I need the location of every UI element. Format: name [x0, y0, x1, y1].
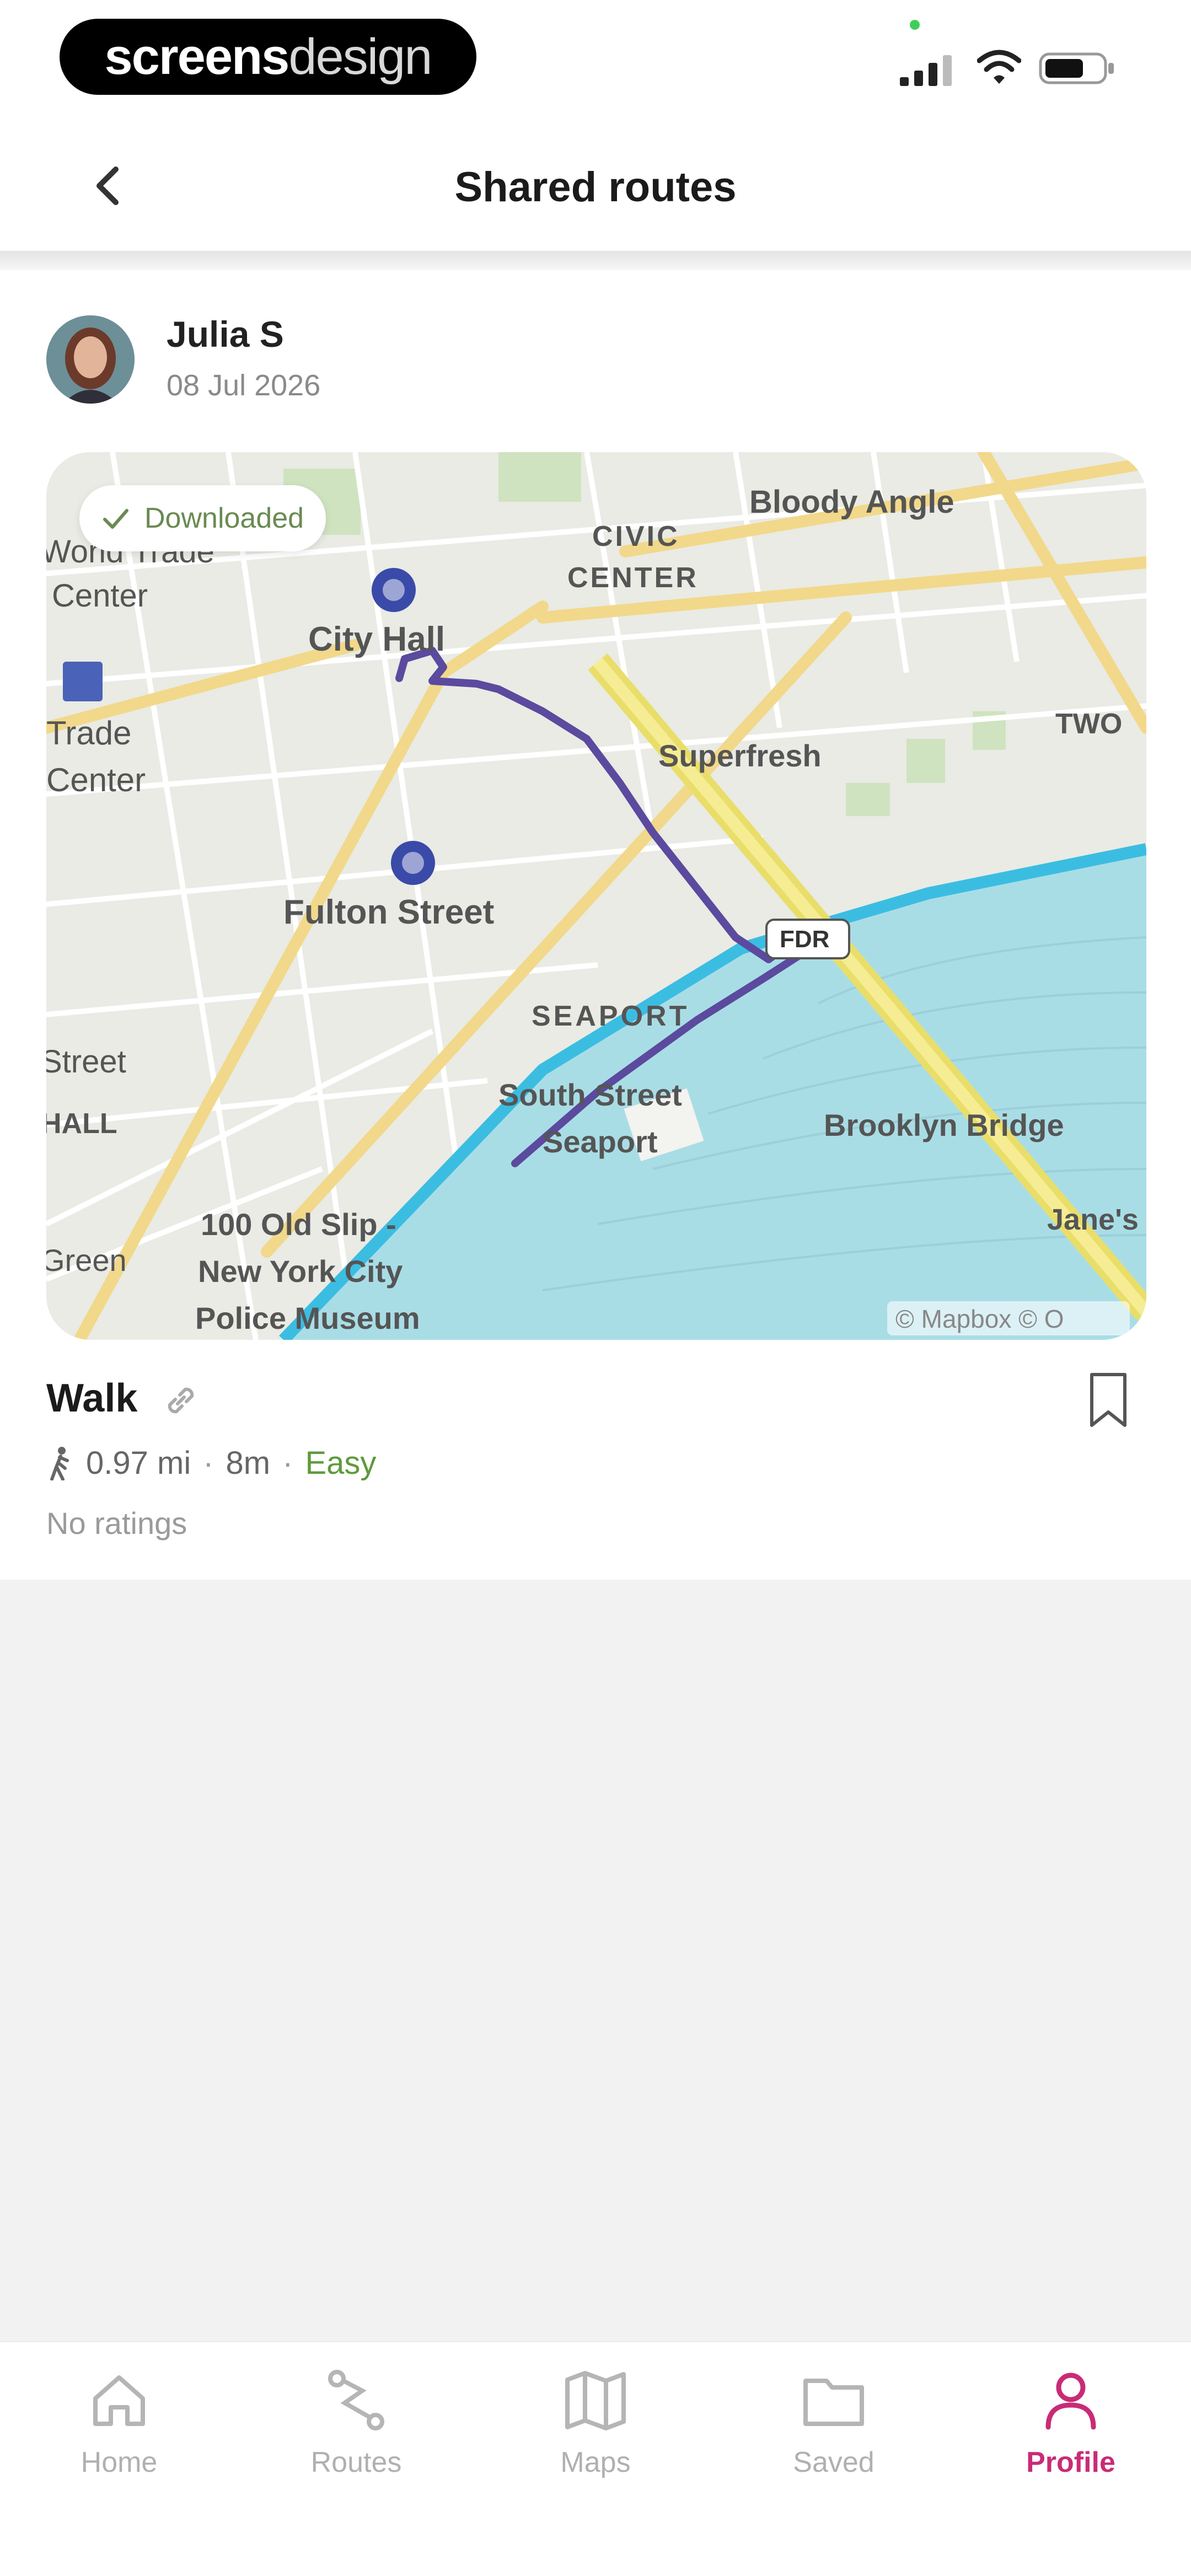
nav-home[interactable]: Home — [36, 2364, 202, 2497]
map-label-fulton-street: Fulton Street — [283, 893, 494, 931]
map-label-police-museum: Police Museum — [195, 1301, 420, 1335]
map-label-fdr: FDR — [780, 926, 829, 953]
privacy-indicator — [910, 20, 920, 30]
user-name[interactable]: Julia S — [167, 313, 284, 355]
route-title[interactable]: Walk — [46, 1376, 137, 1421]
map-label-green: Green — [46, 1243, 127, 1278]
route-difficulty: Easy — [305, 1445, 377, 1481]
map-label-janes: Jane's — [1047, 1203, 1139, 1236]
map-label-trade-center: Center — [46, 761, 146, 798]
routes-icon — [328, 2370, 384, 2430]
brand-logo: screensdesign — [60, 19, 476, 95]
map-label-nyc: New York City — [198, 1254, 403, 1289]
nav-maps-label: Maps — [560, 2446, 631, 2478]
map-label-old-slip: 100 Old Slip - — [201, 1207, 396, 1242]
nav-home-label: Home — [81, 2446, 158, 2478]
back-button[interactable] — [83, 155, 132, 216]
map-attribution: © Mapbox © O — [895, 1305, 1064, 1333]
avatar[interactable] — [46, 315, 135, 404]
map-icon — [565, 2371, 626, 2430]
map-label-street: Street — [46, 1044, 126, 1080]
map-label-seaport-2: Seaport — [543, 1124, 658, 1159]
bookmark-button[interactable] — [1086, 1370, 1130, 1431]
header-divider — [0, 251, 1191, 271]
map-label-two: TWO — [1055, 708, 1122, 740]
map-label-city-hall: City Hall — [308, 620, 445, 658]
map-label-superfresh: Superfresh — [658, 738, 822, 773]
map-label-hall: HALL — [46, 1108, 117, 1140]
map-label-seaport: SEAPORT — [532, 1000, 689, 1032]
map-canvas: Bloody Angle CIVIC CENTER City Hall Worl… — [46, 452, 1146, 1340]
page-title: Shared routes — [454, 164, 737, 211]
status-bar: screensdesign — [0, 0, 1191, 121]
nav-maps[interactable]: Maps — [513, 2364, 678, 2497]
nav-routes[interactable]: Routes — [273, 2364, 439, 2497]
route-duration: 8m — [226, 1445, 271, 1481]
home-icon — [93, 2375, 145, 2426]
brand-logo-part1: screens — [104, 29, 290, 85]
nav-profile-label: Profile — [1026, 2446, 1115, 2478]
nav-saved[interactable]: Saved — [751, 2364, 916, 2497]
route-stats: 0.97 mi · 8m · Easy — [46, 1445, 376, 1482]
bottom-nav: Home Routes Maps Saved Profile — [0, 2341, 1191, 2576]
map-label-bloody-angle: Bloody Angle — [749, 484, 954, 520]
nav-routes-label: Routes — [310, 2446, 402, 2478]
map-label-brooklyn-bridge: Brooklyn Bridge — [824, 1108, 1064, 1142]
link-icon[interactable] — [161, 1381, 201, 1420]
profile-icon — [1045, 2373, 1096, 2430]
downloaded-label: Downloaded — [144, 502, 304, 534]
downloaded-badge: Downloaded — [79, 485, 326, 551]
separator: · — [203, 1445, 214, 1481]
route-distance: 0.97 mi — [86, 1445, 191, 1481]
map-label-center: CENTER — [567, 562, 699, 594]
route-map[interactable]: Bloody Angle CIVIC CENTER City Hall Worl… — [46, 452, 1146, 1340]
wifi-icon — [977, 50, 1021, 84]
ratings-text: No ratings — [46, 1506, 187, 1541]
nav-saved-label: Saved — [793, 2446, 875, 2478]
folder-icon — [803, 2379, 864, 2426]
nav-profile[interactable]: Profile — [988, 2364, 1154, 2497]
post-date: 08 Jul 2026 — [167, 369, 321, 402]
map-label-trade: Trade — [46, 715, 132, 752]
map-label-center-top: Center — [52, 578, 148, 614]
brand-logo-part2: design — [288, 29, 432, 85]
signal-icon — [900, 55, 952, 86]
map-label-civic: CIVIC — [592, 520, 680, 552]
avatar-image — [46, 315, 135, 404]
header: Shared routes — [0, 121, 1191, 254]
map-label-south-street: South Street — [498, 1077, 682, 1112]
separator: · — [282, 1445, 293, 1481]
shared-route-card[interactable]: Julia S 08 Jul 2026 Bloody Angle CIVIC C… — [0, 270, 1191, 1580]
battery-icon — [1039, 52, 1114, 84]
walk-icon — [50, 1446, 69, 1480]
check-icon — [103, 509, 128, 529]
